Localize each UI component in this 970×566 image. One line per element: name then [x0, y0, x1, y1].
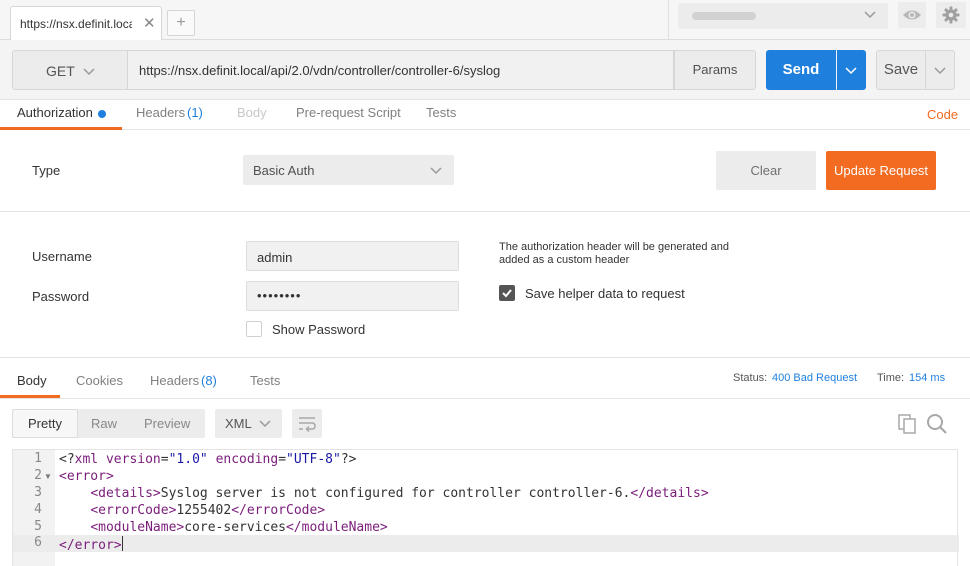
show-password-checkbox[interactable] — [246, 321, 262, 337]
format-pretty-button[interactable]: Pretty — [12, 409, 78, 438]
response-headers-count-badge: (8) — [201, 373, 217, 388]
chevron-down-icon — [845, 67, 857, 75]
search-icon[interactable] — [926, 413, 948, 435]
language-select[interactable]: XML — [215, 409, 282, 438]
chevron-down-icon — [259, 420, 271, 428]
divider — [0, 398, 970, 399]
response-tab-cookies[interactable]: Cookies — [76, 373, 123, 388]
url-input[interactable]: https://nsx.definit.local/api/2.0/vdn/co… — [128, 50, 674, 90]
line-number: 6 — [34, 535, 42, 550]
environment-select[interactable] — [678, 3, 888, 29]
save-helper-label: Save helper data to request — [525, 286, 685, 301]
line-number: 3 — [34, 485, 42, 500]
response-tabs: Body Cookies Headers (8) Tests Status: 4… — [0, 358, 970, 398]
password-input[interactable]: •••••••• — [246, 281, 459, 311]
request-bar: GET https://nsx.definit.local/api/2.0/vd… — [0, 40, 970, 100]
copy-icon[interactable] — [897, 414, 917, 434]
save-button[interactable]: Save — [876, 50, 926, 90]
save-helper-checkbox[interactable] — [499, 285, 515, 301]
auth-type-label: Type — [32, 163, 61, 178]
send-button[interactable]: Send — [766, 50, 836, 90]
close-icon[interactable]: ✕ — [143, 14, 156, 32]
chevron-down-icon — [934, 67, 946, 75]
gear-icon — [942, 6, 960, 24]
status-label: Status: — [733, 372, 768, 384]
format-toggle-group: Pretty Raw Preview — [12, 409, 205, 438]
line-number: 5 — [34, 519, 42, 534]
wrap-lines-icon — [299, 417, 316, 432]
response-tab-body[interactable]: Body — [17, 373, 47, 388]
tab-authorization[interactable]: Authorization — [17, 105, 93, 120]
chevron-down-icon — [83, 68, 95, 76]
tab-prerequest-script[interactable]: Pre-request Script — [296, 105, 401, 120]
checkmark-icon — [502, 289, 512, 298]
headers-count-badge: (1) — [187, 105, 203, 120]
format-preview-button[interactable]: Preview — [144, 416, 190, 431]
update-request-button[interactable]: Update Request — [826, 151, 936, 190]
method-value: GET — [46, 63, 75, 79]
environment-quick-look-button[interactable] — [898, 2, 926, 28]
auth-help-note: The authorization header will be generat… — [499, 241, 729, 266]
code-link[interactable]: Code — [927, 107, 958, 122]
line-number: 2 — [34, 468, 42, 483]
tab-headers[interactable]: Headers — [136, 105, 185, 120]
new-tab-button[interactable]: + — [167, 10, 195, 36]
username-label: Username — [32, 249, 92, 264]
auth-type-value: Basic Auth — [253, 163, 315, 178]
response-tab-tests[interactable]: Tests — [250, 373, 280, 388]
tab-tests[interactable]: Tests — [426, 105, 456, 120]
line-number: 4 — [34, 502, 42, 517]
response-tab-headers[interactable]: Headers — [150, 373, 199, 388]
active-indicator-dot — [98, 110, 106, 118]
response-body-editor[interactable]: 1 2 ▼ 3 4 5 6 <?xml version="1.0" encodi… — [12, 449, 959, 566]
environment-settings-button[interactable] — [936, 2, 966, 28]
tab-body[interactable]: Body — [237, 105, 267, 120]
time-label: Time: — [877, 372, 905, 384]
fold-toggle-icon[interactable]: ▼ — [44, 472, 52, 481]
active-line-highlight: 6 — [13, 535, 959, 552]
tab-bar: https://nsx.definit.local ✕ + — [0, 0, 970, 40]
code-line: <details>Syslog server is not configured… — [90, 486, 709, 501]
request-tabs: Authorization Headers (1) Body Pre-reque… — [0, 100, 970, 130]
request-tab-label: https://nsx.definit.local — [20, 17, 132, 31]
format-raw-button[interactable]: Raw — [91, 416, 117, 431]
method-select[interactable]: GET — [12, 50, 128, 90]
send-options-button[interactable] — [837, 50, 866, 90]
environment-value-blurred — [692, 12, 756, 20]
code-line: <moduleName>core-services</moduleName> — [90, 520, 388, 535]
chevron-down-icon — [430, 167, 442, 175]
divider — [668, 0, 669, 40]
username-input[interactable]: admin — [246, 241, 459, 271]
params-button[interactable]: Params — [674, 50, 756, 90]
code-line: <errorCode>1255402</errorCode> — [90, 503, 326, 518]
code-line: <?xml version="1.0" encoding="UTF-8"?> — [59, 452, 357, 467]
time-value[interactable]: 154 ms — [909, 372, 945, 384]
text-cursor — [121, 536, 123, 551]
auth-type-select[interactable]: Basic Auth — [243, 155, 454, 185]
code-line: <error> — [59, 469, 114, 484]
chevron-down-icon — [864, 11, 876, 19]
clear-button[interactable]: Clear — [716, 151, 816, 190]
code-line: </error> — [59, 536, 123, 553]
divider — [0, 211, 970, 212]
language-value: XML — [225, 416, 252, 431]
status-value[interactable]: 400 Bad Request — [772, 372, 857, 384]
show-password-label: Show Password — [272, 322, 366, 337]
password-label: Password — [32, 289, 90, 304]
eye-icon — [903, 10, 921, 20]
request-tab[interactable]: https://nsx.definit.local ✕ — [10, 6, 162, 40]
save-options-button[interactable] — [926, 50, 955, 90]
wrap-lines-button[interactable] — [292, 409, 322, 438]
line-number: 1 — [34, 451, 42, 466]
active-tab-underline — [0, 127, 122, 130]
